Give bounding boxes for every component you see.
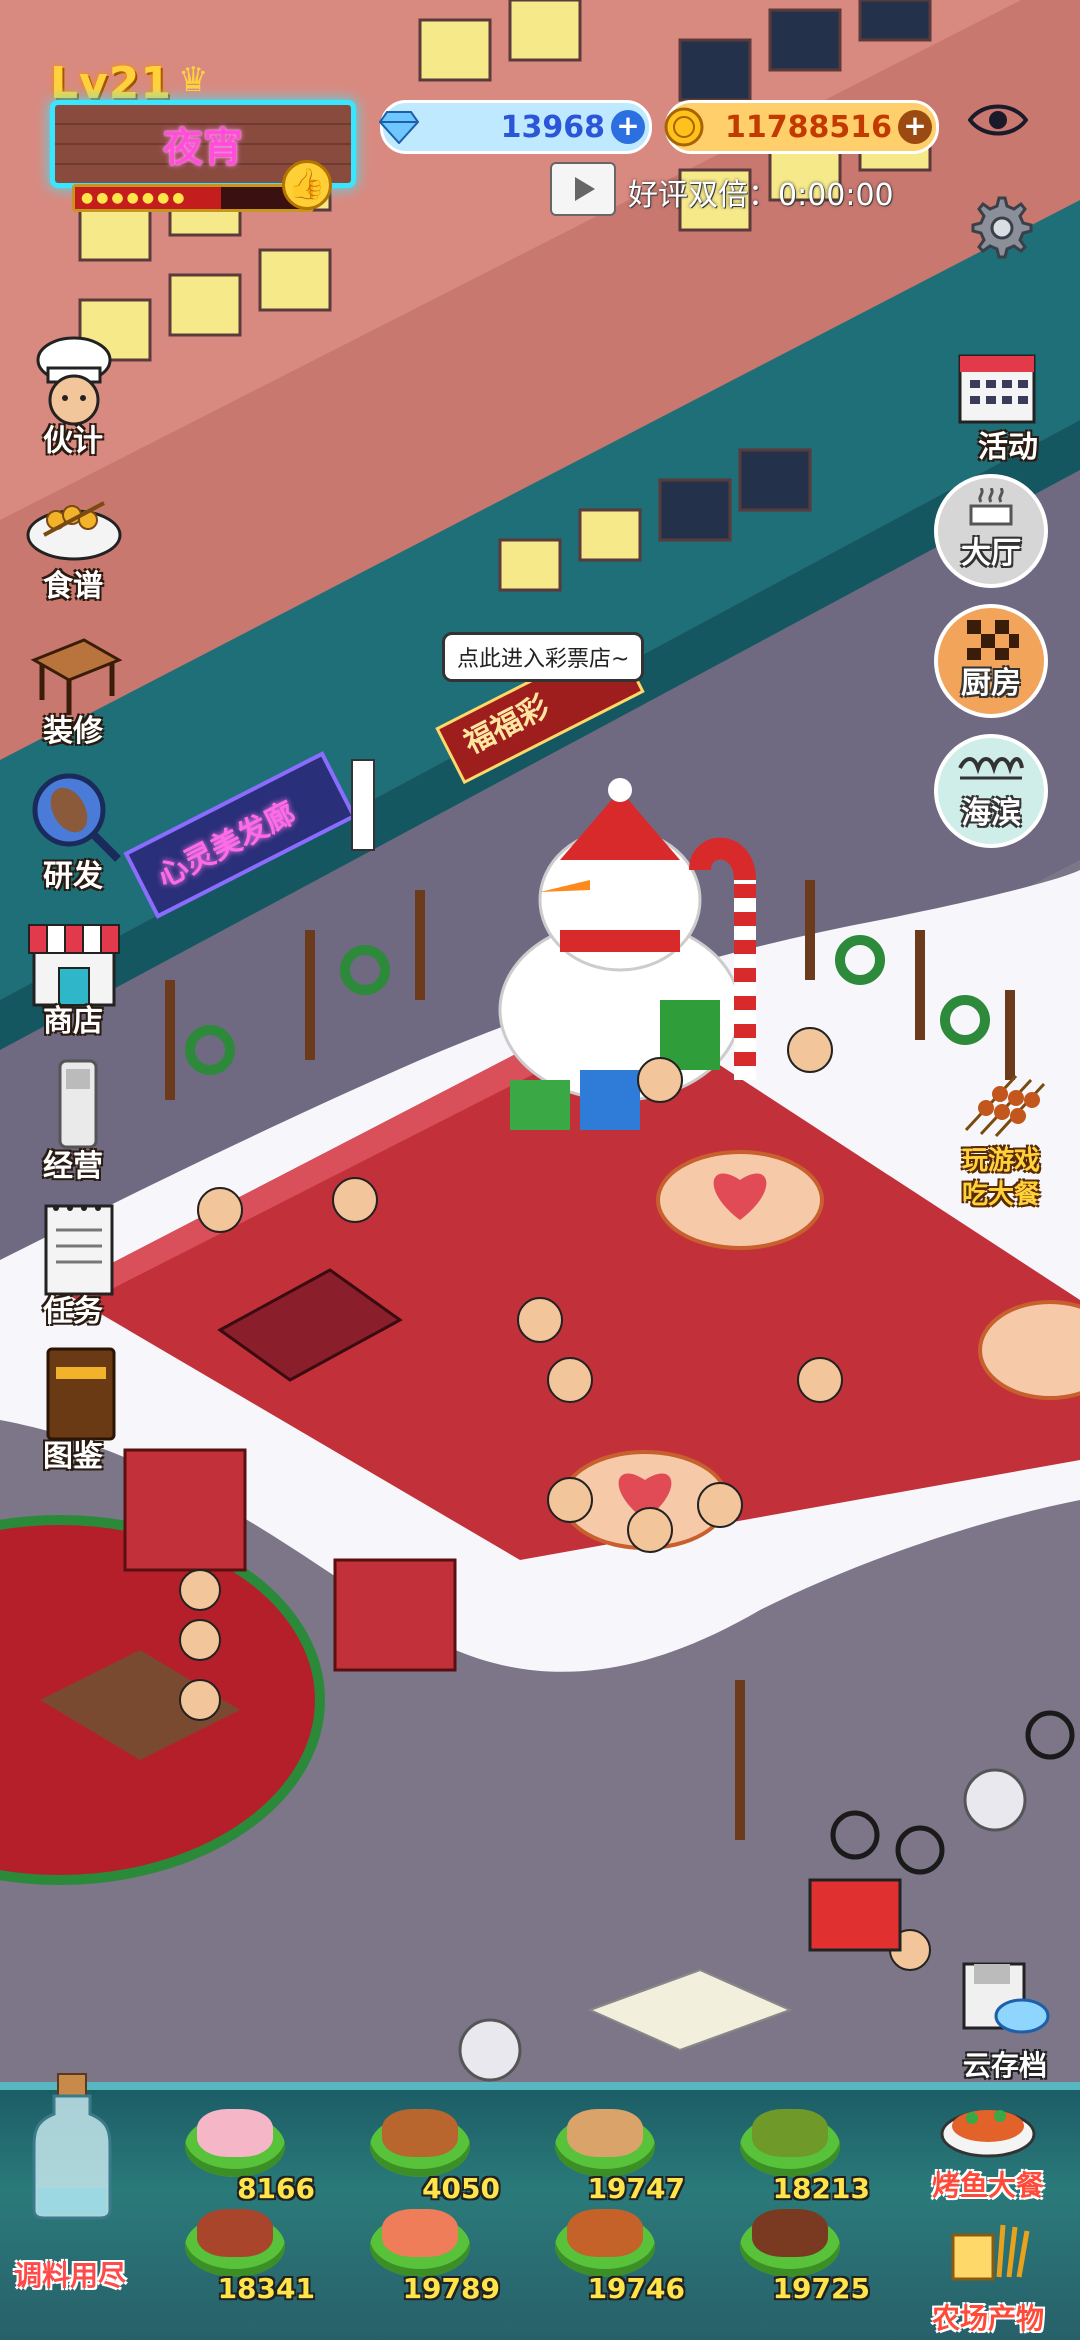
play-game-button[interactable]: 玩游戏 吃大餐 <box>946 1070 1056 1210</box>
ingredient-slot[interactable]: 19725 <box>720 2205 870 2305</box>
shop-icon <box>28 924 120 1007</box>
ingredient-slot[interactable]: 19747 <box>535 2105 685 2205</box>
ingredient-count: 8166 <box>237 2172 315 2205</box>
kitchen-icon <box>967 620 1019 660</box>
handbook-icon <box>46 1347 116 1441</box>
activity-button[interactable]: 活动 <box>950 340 1070 465</box>
recipe-button[interactable]: 食谱 <box>8 475 138 605</box>
add-coins-button[interactable]: + <box>898 110 932 144</box>
ingredient-icon <box>197 2209 273 2257</box>
farm-produce-button[interactable]: 农场产物 <box>908 2215 1068 2335</box>
research-button[interactable]: 研发 <box>8 765 138 895</box>
decorate-icon <box>30 638 123 715</box>
shop-button[interactable]: 商店 <box>8 910 138 1040</box>
ingredient-count: 18341 <box>217 2272 315 2305</box>
hall-icon <box>969 488 1013 526</box>
shop-label: 商店 <box>43 1004 103 1039</box>
decorate-button[interactable]: 装修 <box>8 620 138 750</box>
task-label: 任务 <box>43 1294 103 1329</box>
recipe-icon <box>26 501 122 561</box>
kitchen-label: 厨房 <box>961 666 1021 701</box>
ingredient-slot[interactable]: 18341 <box>165 2205 315 2305</box>
ingredient-icon <box>197 2109 273 2157</box>
cloud-save-button[interactable]: 云存档 <box>950 1960 1060 2082</box>
kitchen-button[interactable]: 厨房 <box>934 604 1048 718</box>
ingredient-icon <box>752 2209 828 2257</box>
video-play-button[interactable] <box>550 162 616 216</box>
grilled-fish-icon <box>940 2110 1036 2158</box>
ingredient-count: 19789 <box>402 2272 500 2305</box>
reputation-progress-bar: ●●●●●●● <box>72 184 314 212</box>
gem-count: 13968 <box>500 109 605 145</box>
thumbs-up-icon[interactable]: 👍 <box>282 160 332 210</box>
ingredient-icon <box>567 2209 643 2257</box>
seaside-button[interactable]: 海滨 <box>934 734 1048 848</box>
ingredient-slot[interactable]: 19746 <box>535 2205 685 2305</box>
task-button[interactable]: 任务 <box>8 1200 138 1330</box>
hall-label: 大厅 <box>961 536 1021 571</box>
manage-label: 经营 <box>43 1149 103 1184</box>
activity-label: 活动 <box>978 430 1038 465</box>
seasoning-empty-label: 调料用尽 <box>13 2259 126 2292</box>
grilled-fish-label: 烤鱼大餐 <box>931 2169 1044 2202</box>
play-game-label: 玩游戏 <box>961 1146 1040 1176</box>
handbook-label: 图鉴 <box>43 1439 103 1474</box>
coin-count: 11788516 <box>725 109 892 145</box>
add-gems-button[interactable]: + <box>611 110 645 144</box>
farm-produce-label: 农场产物 <box>931 2302 1044 2335</box>
ingredient-slot[interactable]: 18213 <box>720 2105 870 2205</box>
hall-button[interactable]: 大厅 <box>934 474 1048 588</box>
ingredient-icon <box>382 2209 458 2257</box>
ingredient-icon <box>567 2109 643 2157</box>
shop-name: 夜宵 <box>163 125 243 171</box>
game-scene[interactable] <box>0 0 1080 2340</box>
diamond-icon <box>377 105 421 149</box>
progress-dots: ●●●●●●● <box>81 190 188 206</box>
ingredient-count: 19747 <box>587 2172 685 2205</box>
ingredient-icon <box>382 2109 458 2157</box>
ingredient-slot[interactable]: 4050 <box>350 2105 500 2205</box>
eye-icon[interactable] <box>967 100 1029 140</box>
decorate-label: 装修 <box>43 714 103 749</box>
eat-feast-label: 吃大餐 <box>961 1180 1040 1210</box>
seaside-icon <box>958 757 1024 780</box>
staff-label: 伙计 <box>43 424 103 459</box>
staff-button[interactable]: 伙计 <box>8 330 138 460</box>
ingredient-count: 18213 <box>772 2172 870 2205</box>
seaside-label: 海滨 <box>961 796 1021 831</box>
lottery-speech-bubble[interactable]: 点此进入彩票店~ <box>442 632 645 682</box>
manage-icon <box>58 1059 98 1149</box>
research-icon <box>32 773 121 862</box>
seasoning-bottle-icon[interactable] <box>30 2070 114 2220</box>
cloud-save-icon <box>962 1962 1050 2034</box>
ingredient-count: 19746 <box>587 2272 685 2305</box>
ingredient-slot[interactable]: 19789 <box>350 2205 500 2305</box>
cloud-save-label: 云存档 <box>962 2049 1047 2082</box>
research-label: 研发 <box>43 859 103 894</box>
ingredient-slot[interactable]: 8166 <box>165 2105 315 2205</box>
coin-counter[interactable]: 11788516 + <box>662 100 939 154</box>
grilled-fish-dish-button[interactable]: 烤鱼大餐 <box>908 2090 1068 2210</box>
ingredient-icon <box>752 2109 828 2157</box>
calendar-icon <box>958 354 1036 424</box>
recipe-label: 食谱 <box>43 569 103 604</box>
gem-counter[interactable]: 13968 + <box>377 100 652 154</box>
crown-icon: ♛ <box>178 60 209 100</box>
task-icon <box>44 1204 114 1296</box>
handbook-button[interactable]: 图鉴 <box>8 1345 138 1475</box>
settings-gear-icon[interactable] <box>964 192 1034 262</box>
farm-produce-icon <box>951 2224 1030 2281</box>
skewer-icon <box>964 1074 1046 1138</box>
ingredient-count: 19725 <box>772 2272 870 2305</box>
chef-icon <box>36 336 112 426</box>
ingredient-count: 4050 <box>422 2172 500 2205</box>
manage-button[interactable]: 经营 <box>8 1055 138 1185</box>
coin-icon <box>662 105 706 149</box>
double-bonus-timer: 好评双倍：0:00:00 <box>628 178 894 213</box>
